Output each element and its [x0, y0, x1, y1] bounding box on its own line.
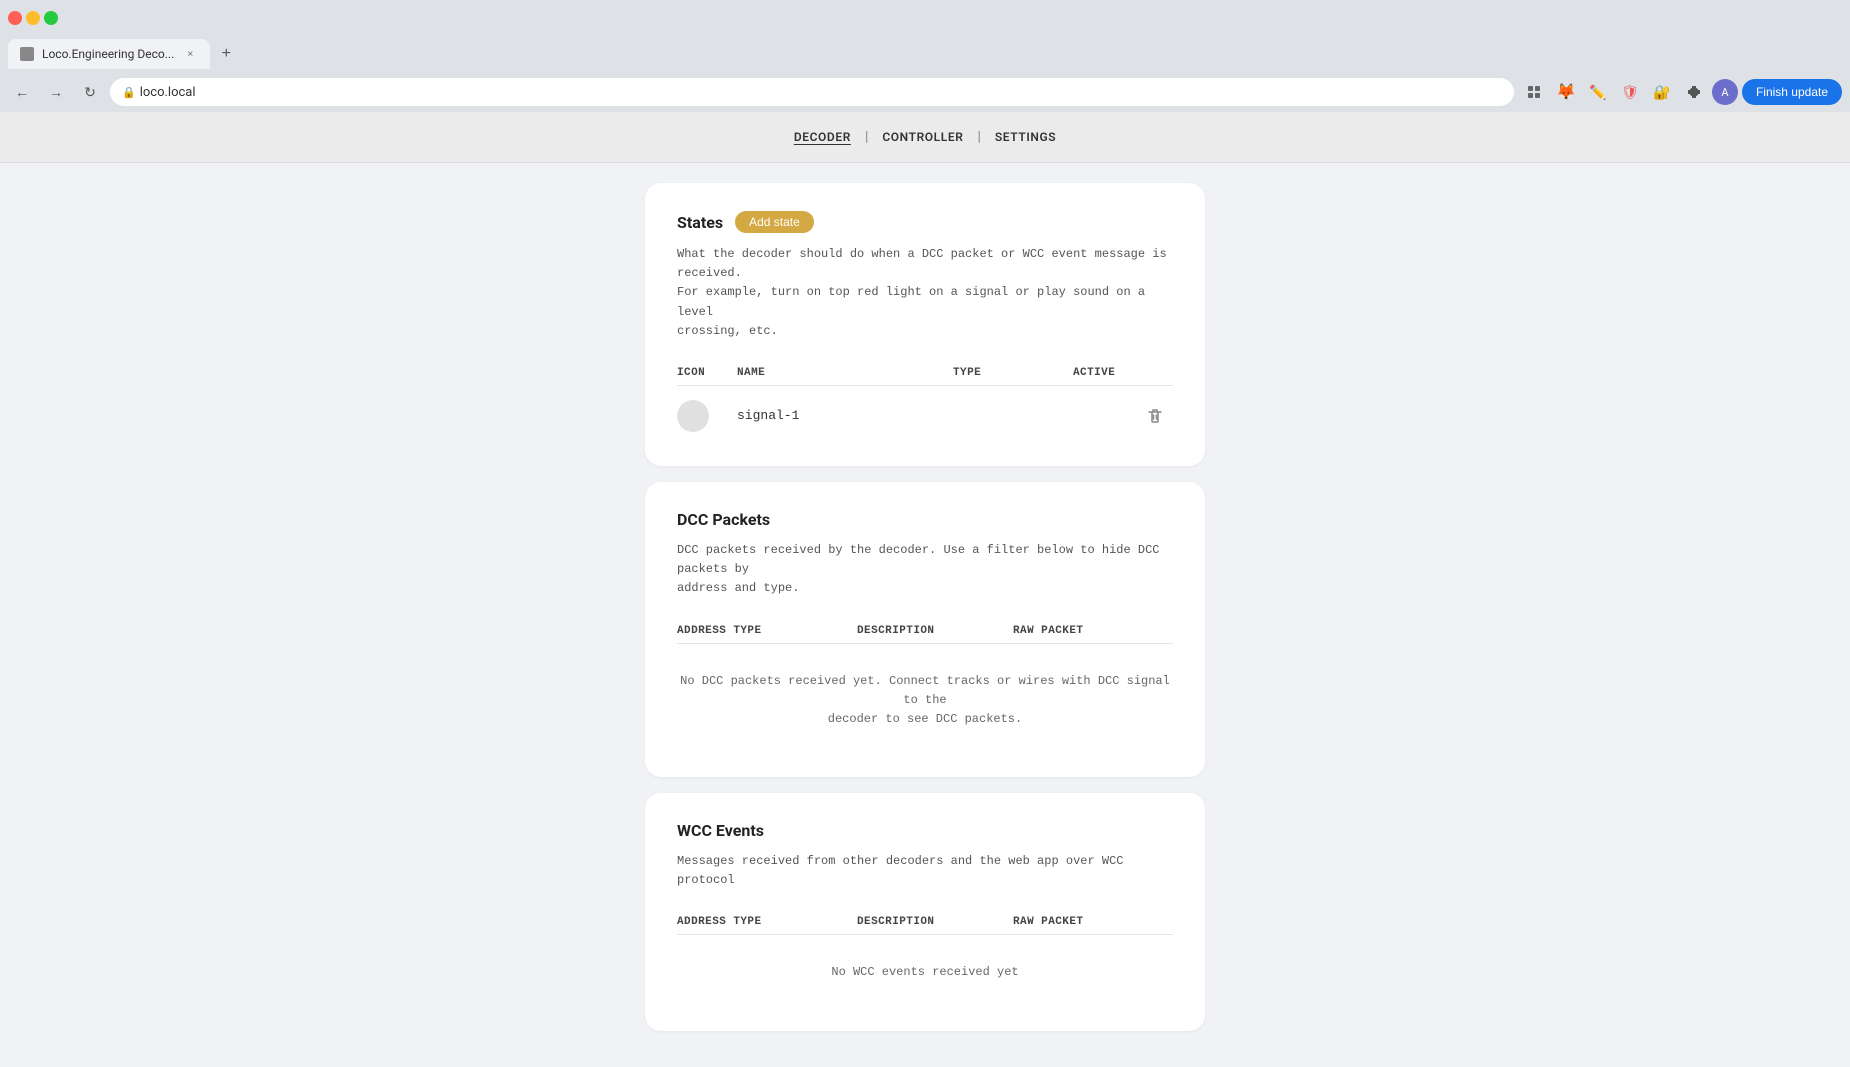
new-tab-button[interactable]: +: [214, 42, 238, 66]
wcc-col-description: DESCRIPTION: [857, 916, 1013, 928]
dcc-empty-message: No DCC packets received yet. Connect tra…: [677, 652, 1173, 750]
forward-button[interactable]: →: [42, 78, 70, 106]
wcc-events-card: WCC Events Messages received from other …: [645, 793, 1205, 1031]
states-title: States: [677, 213, 723, 232]
main-area: States Add state What the decoder should…: [645, 163, 1205, 1067]
nav-link-settings[interactable]: SETTINGS: [995, 126, 1056, 148]
dcc-table-header: ADDRESS TYPE DESCRIPTION RAW PACKET: [677, 619, 1173, 644]
page-content: DECODER | CONTROLLER | SETTINGS States A…: [0, 112, 1850, 1067]
wcc-col-address-type: ADDRESS TYPE: [677, 916, 857, 928]
dcc-empty-text: No DCC packets received yet. Connect tra…: [677, 672, 1173, 730]
tab-bar: Loco.Engineering Deco... × +: [0, 36, 1850, 72]
maximize-window-button[interactable]: [44, 11, 58, 25]
wcc-empty-text: No WCC events received yet: [677, 963, 1173, 982]
dcc-card-header: DCC Packets: [677, 510, 1173, 529]
dcc-title: DCC Packets: [677, 510, 770, 529]
tab-close-button[interactable]: ×: [182, 46, 198, 62]
back-button[interactable]: ←: [8, 78, 36, 106]
metamask-icon[interactable]: 🦊: [1552, 78, 1580, 106]
dcc-col-raw-packet: RAW PACKET: [1013, 625, 1173, 637]
extensions-button[interactable]: [1520, 78, 1548, 106]
browser-tab[interactable]: Loco.Engineering Deco... ×: [8, 39, 210, 69]
tab-title: Loco.Engineering Deco...: [42, 47, 174, 61]
states-card: States Add state What the decoder should…: [645, 183, 1205, 466]
puzzle-icon[interactable]: [1680, 78, 1708, 106]
states-table-header: ICON NAME TYPE ACTIVE: [677, 361, 1173, 386]
finish-update-button[interactable]: Finish update: [1742, 79, 1842, 105]
delete-state-button[interactable]: [1141, 402, 1169, 430]
dcc-col-address-type: ADDRESS TYPE: [677, 625, 857, 637]
top-nav: DECODER | CONTROLLER | SETTINGS: [0, 112, 1850, 163]
window-buttons: [8, 11, 58, 25]
reload-button[interactable]: ↻: [76, 78, 104, 106]
security-icon: 🔒: [122, 86, 136, 99]
profile-icon[interactable]: A: [1712, 79, 1738, 105]
tab-favicon: [20, 47, 34, 61]
nav-links: DECODER | CONTROLLER | SETTINGS: [794, 126, 1056, 148]
col-icon: ICON: [677, 367, 737, 379]
state-name: signal-1: [737, 408, 953, 423]
nav-separator-2: |: [977, 129, 980, 145]
minimize-window-button[interactable]: [26, 11, 40, 25]
nav-separator-1: |: [865, 129, 868, 145]
edit-icon[interactable]: ✏️: [1584, 78, 1612, 106]
shield-icon[interactable]: 🛡: [1616, 78, 1644, 106]
add-state-button[interactable]: Add state: [735, 211, 814, 233]
url-text: loco.local: [140, 85, 196, 100]
close-window-button[interactable]: [8, 11, 22, 25]
security-badge-icon[interactable]: 🔐: [1648, 78, 1676, 106]
address-bar-row: ← → ↻ 🔒 loco.local 🦊 ✏️ 🛡 🔐 A Finish upd…: [0, 72, 1850, 112]
col-type: TYPE: [953, 367, 1073, 379]
address-bar[interactable]: 🔒 loco.local: [110, 78, 1514, 106]
wcc-description: Messages received from other decoders an…: [677, 852, 1173, 890]
browser-actions: 🦊 ✏️ 🛡 🔐 A Finish update: [1520, 78, 1842, 106]
state-icon: [677, 400, 709, 432]
wcc-card-header: WCC Events: [677, 821, 1173, 840]
col-active: ACTIVE: [1073, 367, 1173, 379]
wcc-table-header: ADDRESS TYPE DESCRIPTION RAW PACKET: [677, 910, 1173, 935]
table-row: signal-1: [677, 394, 1173, 438]
wcc-col-raw-packet: RAW PACKET: [1013, 916, 1173, 928]
nav-link-controller[interactable]: CONTROLLER: [882, 126, 963, 148]
dcc-packets-card: DCC Packets DCC packets received by the …: [645, 482, 1205, 777]
profile-initial: A: [1721, 86, 1728, 99]
wcc-title: WCC Events: [677, 821, 764, 840]
nav-link-decoder[interactable]: DECODER: [794, 126, 851, 148]
dcc-description: DCC packets received by the decoder. Use…: [677, 541, 1173, 599]
wcc-empty-message: No WCC events received yet: [677, 943, 1173, 1002]
browser-window-controls: [0, 0, 1850, 36]
dcc-col-description: DESCRIPTION: [857, 625, 1013, 637]
states-card-header: States Add state: [677, 211, 1173, 233]
col-name: NAME: [737, 367, 953, 379]
states-description: What the decoder should do when a DCC pa…: [677, 245, 1173, 341]
